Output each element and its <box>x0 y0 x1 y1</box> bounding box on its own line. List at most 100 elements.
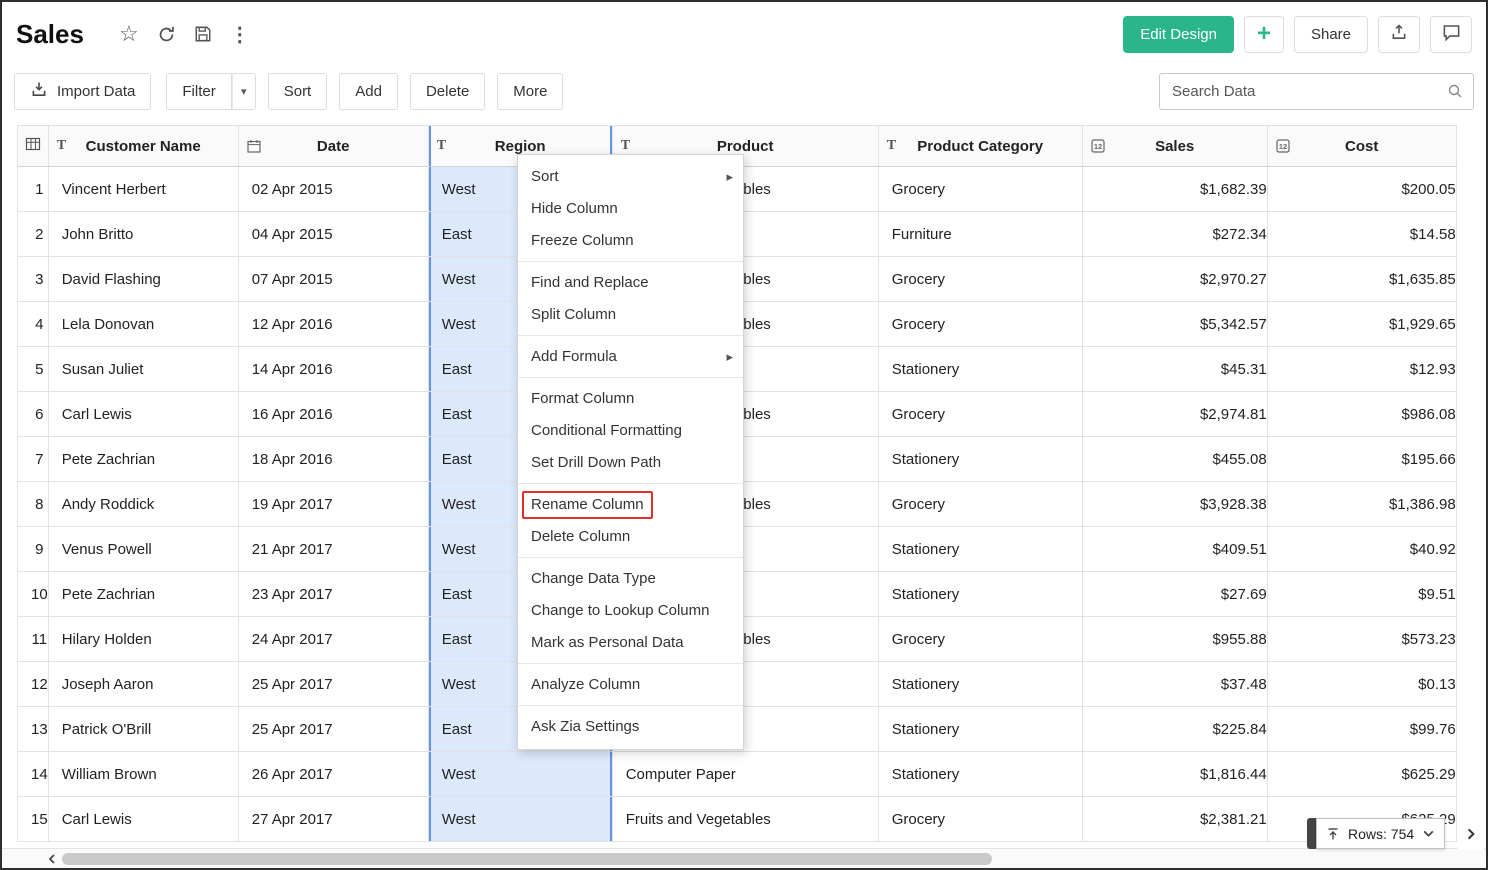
row-number[interactable]: 11 <box>18 617 49 662</box>
export-button[interactable] <box>1378 16 1420 53</box>
cell-sales[interactable]: $225.84 <box>1082 707 1267 752</box>
column-header-customer-name[interactable]: TCustomer Name <box>48 126 238 167</box>
cell-sales[interactable]: $455.08 <box>1082 437 1267 482</box>
row-number[interactable]: 8 <box>18 482 49 527</box>
cell-region[interactable]: West <box>428 797 612 842</box>
cell-cost[interactable]: $195.66 <box>1267 437 1456 482</box>
cell-date[interactable]: 18 Apr 2016 <box>238 437 428 482</box>
cell-product-category[interactable]: Stationery <box>878 347 1082 392</box>
cell-date[interactable]: 19 Apr 2017 <box>238 482 428 527</box>
cell-date[interactable]: 14 Apr 2016 <box>238 347 428 392</box>
cell-sales[interactable]: $5,342.57 <box>1082 302 1267 347</box>
cell-customer-name[interactable]: William Brown <box>48 752 238 797</box>
refresh-icon[interactable] <box>157 25 176 44</box>
cell-customer-name[interactable]: Patrick O'Brill <box>48 707 238 752</box>
cell-cost[interactable]: $0.13 <box>1267 662 1456 707</box>
cell-customer-name[interactable]: Pete Zachrian <box>48 437 238 482</box>
cell-cost[interactable]: $12.93 <box>1267 347 1456 392</box>
cell-region[interactable]: West <box>428 752 612 797</box>
scrollbar-thumb[interactable] <box>62 853 992 865</box>
column-header-cost[interactable]: 12Cost <box>1267 126 1456 167</box>
filter-button[interactable]: Filter <box>166 73 231 110</box>
select-all-header[interactable] <box>18 126 49 167</box>
row-number[interactable]: 6 <box>18 392 49 437</box>
scroll-to-top-icon[interactable] <box>1326 827 1340 841</box>
menu-item-format-column[interactable]: Format Column <box>518 383 743 415</box>
cell-customer-name[interactable]: Andy Roddick <box>48 482 238 527</box>
cell-cost[interactable]: $986.08 <box>1267 392 1456 437</box>
comments-button[interactable] <box>1430 16 1472 53</box>
menu-item-ask-zia-settings[interactable]: Ask Zia Settings <box>518 711 743 743</box>
menu-item-sort[interactable]: Sort ▸ <box>518 161 743 193</box>
cell-cost[interactable]: $9.51 <box>1267 572 1456 617</box>
cell-date[interactable]: 25 Apr 2017 <box>238 662 428 707</box>
cell-customer-name[interactable]: John Britto <box>48 212 238 257</box>
cell-product-category[interactable]: Grocery <box>878 302 1082 347</box>
menu-item-change-data-type[interactable]: Change Data Type <box>518 563 743 595</box>
add-new-button[interactable]: + <box>1244 16 1284 53</box>
menu-item-analyze-column[interactable]: Analyze Column <box>518 669 743 701</box>
cell-customer-name[interactable]: Lela Donovan <box>48 302 238 347</box>
cell-product-category[interactable]: Grocery <box>878 797 1082 842</box>
cell-sales[interactable]: $27.69 <box>1082 572 1267 617</box>
cell-cost[interactable]: $14.58 <box>1267 212 1456 257</box>
cell-customer-name[interactable]: Carl Lewis <box>48 392 238 437</box>
cell-product-category[interactable]: Grocery <box>878 482 1082 527</box>
cell-sales[interactable]: $1,816.44 <box>1082 752 1267 797</box>
cell-customer-name[interactable]: Joseph Aaron <box>48 662 238 707</box>
cell-product-category[interactable]: Stationery <box>878 752 1082 797</box>
row-number[interactable]: 2 <box>18 212 49 257</box>
cell-product-category[interactable]: Grocery <box>878 617 1082 662</box>
cell-date[interactable]: 04 Apr 2015 <box>238 212 428 257</box>
cell-date[interactable]: 07 Apr 2015 <box>238 257 428 302</box>
cell-product-category[interactable]: Stationery <box>878 662 1082 707</box>
cell-customer-name[interactable]: Pete Zachrian <box>48 572 238 617</box>
row-number[interactable]: 13 <box>18 707 49 752</box>
cell-sales[interactable]: $1,682.39 <box>1082 167 1267 212</box>
cell-cost[interactable]: $625.29 <box>1267 752 1456 797</box>
cell-cost[interactable]: $573.23 <box>1267 617 1456 662</box>
menu-item-conditional-formatting[interactable]: Conditional Formatting <box>518 415 743 447</box>
scroll-left-arrow-icon[interactable] <box>44 851 60 867</box>
cell-date[interactable]: 24 Apr 2017 <box>238 617 428 662</box>
cell-sales[interactable]: $45.31 <box>1082 347 1267 392</box>
row-number[interactable]: 4 <box>18 302 49 347</box>
save-icon[interactable] <box>194 25 212 43</box>
cell-customer-name[interactable]: Venus Powell <box>48 527 238 572</box>
menu-item-add-formula[interactable]: Add Formula ▸ <box>518 341 743 373</box>
cell-product-category[interactable]: Furniture <box>878 212 1082 257</box>
cell-product-category[interactable]: Stationery <box>878 707 1082 752</box>
cell-product-category[interactable]: Stationery <box>878 527 1082 572</box>
cell-product[interactable]: Fruits and Vegetables <box>612 797 878 842</box>
import-data-button[interactable]: Import Data <box>14 73 151 110</box>
menu-item-rename-column[interactable]: Rename Column <box>518 489 743 521</box>
cell-customer-name[interactable]: Carl Lewis <box>48 797 238 842</box>
row-number[interactable]: 10 <box>18 572 49 617</box>
cell-cost[interactable]: $1,386.98 <box>1267 482 1456 527</box>
cell-sales[interactable]: $2,970.27 <box>1082 257 1267 302</box>
favorite-star-icon[interactable]: ☆ <box>119 21 139 47</box>
cell-product-category[interactable]: Grocery <box>878 167 1082 212</box>
menu-item-freeze-column[interactable]: Freeze Column <box>518 225 743 257</box>
row-number[interactable]: 1 <box>18 167 49 212</box>
cell-customer-name[interactable]: Hilary Holden <box>48 617 238 662</box>
row-number[interactable]: 12 <box>18 662 49 707</box>
cell-sales[interactable]: $955.88 <box>1082 617 1267 662</box>
cell-product-category[interactable]: Grocery <box>878 257 1082 302</box>
search-input[interactable] <box>1170 82 1447 101</box>
column-header-date[interactable]: Date <box>238 126 428 167</box>
cell-cost[interactable]: $1,635.85 <box>1267 257 1456 302</box>
menu-item-split-column[interactable]: Split Column <box>518 299 743 331</box>
menu-item-delete-column[interactable]: Delete Column <box>518 521 743 553</box>
column-header-sales[interactable]: 12Sales <box>1082 126 1267 167</box>
menu-item-set-drill-down-path[interactable]: Set Drill Down Path <box>518 447 743 479</box>
cell-date[interactable]: 02 Apr 2015 <box>238 167 428 212</box>
cell-customer-name[interactable]: Susan Juliet <box>48 347 238 392</box>
cell-sales[interactable]: $2,381.21 <box>1082 797 1267 842</box>
cell-date[interactable]: 23 Apr 2017 <box>238 572 428 617</box>
cell-sales[interactable]: $3,928.38 <box>1082 482 1267 527</box>
horizontal-scrollbar[interactable] <box>2 848 1486 868</box>
row-number[interactable]: 3 <box>18 257 49 302</box>
cell-product[interactable]: Computer Paper <box>612 752 878 797</box>
add-button[interactable]: Add <box>339 73 398 110</box>
